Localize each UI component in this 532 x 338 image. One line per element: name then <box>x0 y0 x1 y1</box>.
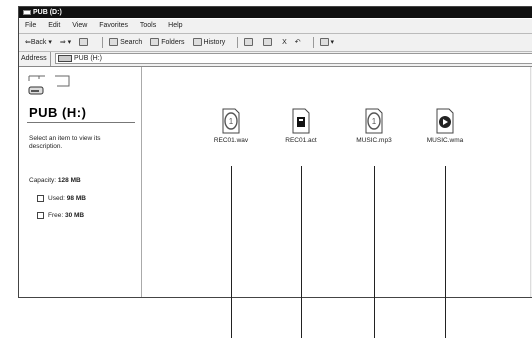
back-button[interactable]: ⇐Back ▾ <box>25 34 52 51</box>
forward-button[interactable]: ⇒ ▾ <box>60 34 71 51</box>
up-folder-icon <box>79 38 89 47</box>
history-icon <box>192 38 202 47</box>
act-file-icon <box>292 108 310 134</box>
toolbar-separator <box>237 36 239 48</box>
history-button[interactable]: History <box>192 34 225 51</box>
menu-favorites[interactable]: Favorites <box>99 22 128 29</box>
drive-icon <box>58 54 72 62</box>
address-field[interactable]: PUB (H:) <box>55 53 532 64</box>
selection-description: Select an item to view its description. <box>29 135 101 150</box>
drive-icon <box>23 9 31 15</box>
up-folder-button[interactable] <box>79 34 90 51</box>
used-space-value: 98 MB <box>66 195 86 203</box>
svg-text:1: 1 <box>372 117 377 126</box>
media-player-file-icon <box>436 108 454 134</box>
views-icon <box>319 38 329 47</box>
search-icon <box>109 38 119 47</box>
move-to-icon <box>244 38 254 47</box>
menu-file[interactable]: File <box>25 22 36 29</box>
file-item[interactable]: 1 MUSIC.mp3 <box>344 108 404 144</box>
standard-toolbar: ⇐Back ▾ ⇒ ▾ Search Folders History X ↶ ▾ <box>19 34 532 52</box>
callout-line <box>231 166 232 338</box>
menu-help[interactable]: Help <box>168 22 182 29</box>
file-item[interactable]: MUSIC.wma <box>415 108 475 144</box>
menu-tools[interactable]: Tools <box>140 22 156 29</box>
capacity-info: Capacity: 128 MB <box>29 177 81 184</box>
address-value: PUB (H:) <box>74 55 102 62</box>
file-name: MUSIC.wma <box>426 137 464 144</box>
menu-view[interactable]: View <box>72 22 87 29</box>
callout-line <box>374 166 375 338</box>
file-name: REC01.act <box>285 137 317 144</box>
views-button[interactable]: ▾ <box>319 34 334 51</box>
used-space-row: Used: 98 MB <box>37 195 86 202</box>
window-title: PUB (D:) <box>33 9 62 16</box>
file-name: REC01.wav <box>213 137 249 144</box>
svg-text:1: 1 <box>229 117 234 126</box>
file-item[interactable]: 1 REC01.wav <box>201 108 261 144</box>
search-button[interactable]: Search <box>109 34 142 51</box>
callout-line <box>301 166 302 338</box>
copy-to-button[interactable] <box>263 34 274 51</box>
folders-icon <box>150 38 160 47</box>
web-view-pane: PUB (H:) Select an item to view its desc… <box>19 67 142 297</box>
title-bar[interactable]: PUB (D:) <box>19 7 532 18</box>
free-space-swatch <box>37 212 44 219</box>
removable-drive-icon <box>28 75 70 95</box>
free-space-value: 30 MB <box>64 212 85 220</box>
audio-file-icon: 1 <box>365 108 383 134</box>
divider <box>27 122 135 123</box>
file-name: MUSIC.mp3 <box>356 137 392 144</box>
delete-button[interactable]: X <box>282 34 287 51</box>
used-space-swatch <box>37 195 44 202</box>
toolbar-separator <box>312 36 314 48</box>
explorer-window: PUB (D:) File Edit View Favorites Tools … <box>18 6 532 298</box>
folders-button[interactable]: Folders <box>150 34 185 51</box>
drive-title: PUB (H:) <box>29 105 87 120</box>
free-space-row: Free: 30 MB <box>37 212 84 219</box>
address-bar: Address PUB (H:) <box>19 52 532 67</box>
callout-line <box>445 166 446 338</box>
move-to-button[interactable] <box>244 34 255 51</box>
menu-bar: File Edit View Favorites Tools Help <box>19 19 532 34</box>
copy-to-icon <box>263 38 273 47</box>
address-label: Address <box>21 52 51 66</box>
toolbar-separator <box>102 36 104 48</box>
audio-file-icon: 1 <box>222 108 240 134</box>
menu-edit[interactable]: Edit <box>48 22 60 29</box>
file-item[interactable]: REC01.act <box>271 108 331 144</box>
capacity-value: 128 MB <box>57 177 81 184</box>
undo-button[interactable]: ↶ <box>295 34 301 51</box>
